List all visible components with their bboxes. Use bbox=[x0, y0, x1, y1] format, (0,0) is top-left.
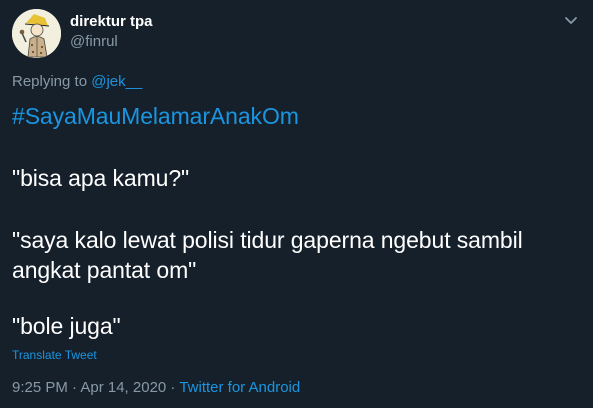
timestamp[interactable]: 9:25 PM · Apr 14, 2020 · bbox=[12, 379, 179, 396]
replying-to: Replying to @jek__ bbox=[12, 73, 142, 90]
reply-mention-link[interactable]: @jek__ bbox=[91, 73, 142, 90]
user-handle[interactable]: @finrul bbox=[70, 33, 118, 50]
replying-to-label: Replying to bbox=[12, 73, 92, 90]
tweet-text-line: "saya kalo lewat polisi tidur gaperna ng… bbox=[12, 227, 523, 253]
hashtag-link[interactable]: #SayaMauMelamarAnakOm bbox=[12, 101, 299, 131]
avatar[interactable] bbox=[12, 9, 61, 58]
tweet-text-line: "bole juga" bbox=[12, 313, 121, 339]
display-name[interactable]: direktur tpa bbox=[70, 13, 153, 30]
tweet-card: direktur tpa @finrul Replying to @jek__ … bbox=[0, 0, 593, 408]
source-link[interactable]: Twitter for Android bbox=[179, 379, 300, 396]
translate-tweet-link[interactable]: Translate Tweet bbox=[12, 348, 97, 362]
tweet-metadata: 9:25 PM · Apr 14, 2020 · Twitter for And… bbox=[12, 379, 300, 396]
avatar-illustration-icon bbox=[12, 9, 61, 58]
tweet-text-line: "bisa apa kamu?" bbox=[12, 165, 190, 191]
chevron-down-icon[interactable] bbox=[562, 14, 580, 28]
tweet-text-line: angkat pantat om" bbox=[12, 257, 197, 283]
